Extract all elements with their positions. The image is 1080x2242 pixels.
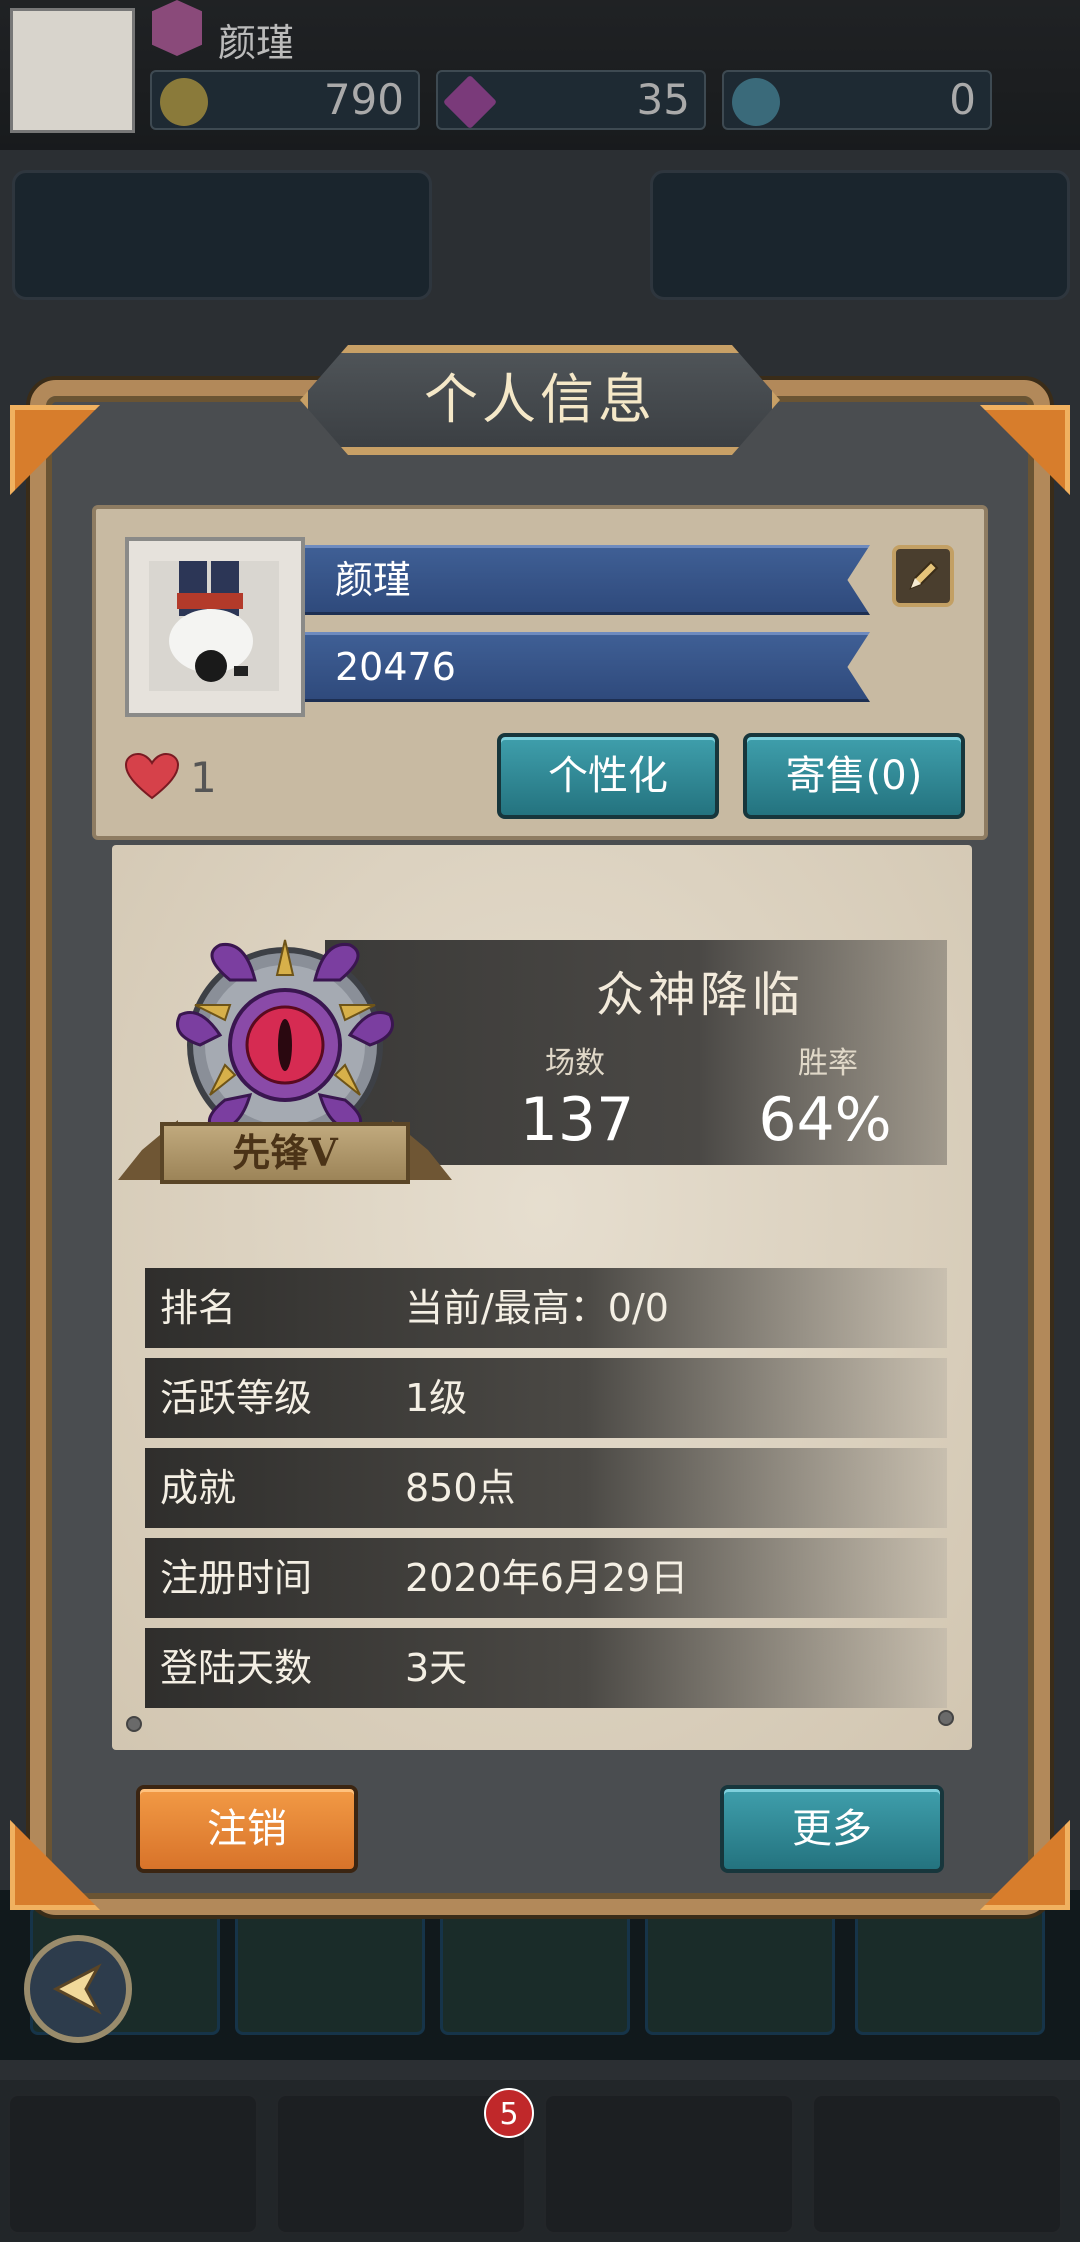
gold-coin-icon <box>160 78 208 126</box>
rank-icon <box>152 0 202 56</box>
card-slot <box>235 1905 425 2035</box>
season-title: 众神降临 <box>595 967 804 1023</box>
orb-icon <box>732 78 780 126</box>
info-label: 排名 <box>160 1286 237 1330</box>
back-arrow-icon <box>52 1963 102 2015</box>
card-slot <box>440 1905 630 2035</box>
info-value: 当前/最高：0/0 <box>405 1286 669 1330</box>
gem-counter: 35 <box>436 70 706 130</box>
orb-counter: 0 <box>722 70 992 130</box>
rivet <box>938 1710 954 1726</box>
more-button[interactable]: 更多 <box>720 1785 944 1873</box>
nav-tab <box>812 2094 1062 2234</box>
info-row-achievement <box>145 1448 947 1528</box>
heart-icon <box>124 752 180 800</box>
info-label: 登陆天数 <box>160 1646 313 1690</box>
back-button[interactable] <box>24 1935 132 2043</box>
info-value: 3天 <box>405 1646 468 1690</box>
info-value: 850点 <box>405 1466 516 1510</box>
gold-counter: 790 <box>150 70 420 130</box>
info-label: 活跃等级 <box>160 1376 313 1420</box>
consign-button[interactable]: 寄售(0) <box>743 733 965 819</box>
nav-tab <box>8 2094 258 2234</box>
likes-count: 1 <box>190 752 217 802</box>
daily-panel <box>650 170 1070 300</box>
card-slot <box>855 1905 1045 2035</box>
winrate-value: 64% <box>758 1085 892 1155</box>
rank-badge-label: 先锋V <box>160 1122 410 1184</box>
rivet <box>126 1716 142 1732</box>
notification-badge: 5 <box>484 2088 534 2138</box>
player-name-field: 颜瑾 <box>305 545 870 615</box>
dialog-title: 个人信息 <box>424 368 656 431</box>
avatar-picture <box>149 561 279 691</box>
info-value: 2020年6月29日 <box>405 1556 689 1600</box>
avatar[interactable] <box>125 537 305 717</box>
matches-value: 137 <box>519 1085 635 1155</box>
winrate-label: 胜率 <box>798 1046 858 1081</box>
background-player-name: 颜瑾 <box>218 21 295 65</box>
gem-icon <box>442 74 498 130</box>
info-label: 成就 <box>160 1466 237 1510</box>
background-avatar <box>10 8 135 133</box>
player-id-field: 20476 <box>305 632 870 702</box>
pencil-icon <box>909 560 939 590</box>
nav-tab <box>544 2094 794 2234</box>
quest-panel <box>12 170 432 300</box>
info-label: 注册时间 <box>160 1556 313 1600</box>
logout-button[interactable]: 注销 <box>136 1785 358 1873</box>
likes-counter[interactable]: 1 <box>124 750 217 804</box>
info-value: 1级 <box>405 1376 468 1420</box>
card-slot <box>645 1905 835 2035</box>
matches-label: 场数 <box>545 1046 605 1081</box>
edit-name-button[interactable] <box>892 545 954 607</box>
customize-button[interactable]: 个性化 <box>497 733 719 819</box>
